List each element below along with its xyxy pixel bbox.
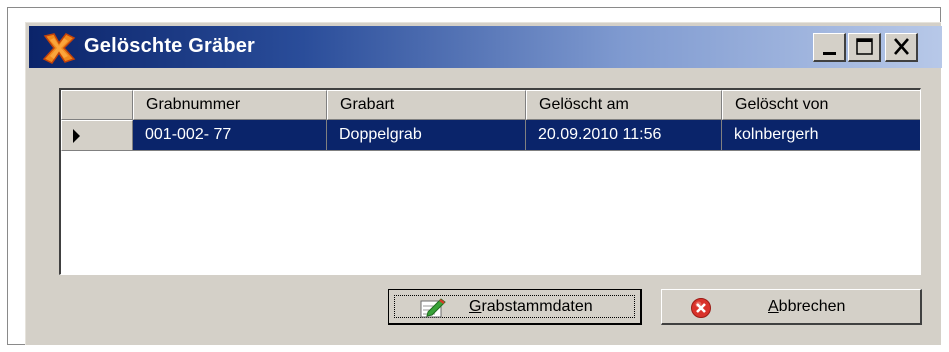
maximize-button[interactable] bbox=[848, 33, 881, 62]
abbrechen-button[interactable]: Abbrechen bbox=[661, 289, 922, 325]
dialog-window: Gelöschte Gräber Grabnummer Grabart Gelö… bbox=[25, 22, 942, 345]
column-header-grabnummer[interactable]: Grabnummer bbox=[133, 90, 327, 120]
table-header-row: Grabnummer Grabart Gelöscht am Gelöscht … bbox=[61, 90, 920, 120]
deleted-graves-table[interactable]: Grabnummer Grabart Gelöscht am Gelöscht … bbox=[59, 88, 921, 275]
cell-geloescht-am[interactable]: 20.09.2010 11:56 bbox=[526, 120, 722, 151]
cancel-icon bbox=[691, 298, 711, 318]
abbrechen-label: Abbrechen bbox=[768, 298, 846, 315]
column-header-grabart[interactable]: Grabart bbox=[327, 90, 526, 120]
column-header-geloescht-von[interactable]: Gelöscht von bbox=[722, 90, 920, 120]
close-button[interactable] bbox=[885, 33, 918, 62]
maximize-icon bbox=[856, 38, 873, 55]
minimize-icon bbox=[823, 52, 836, 55]
cell-grabart[interactable]: Doppelgrab bbox=[327, 120, 526, 151]
edit-pencil-icon bbox=[420, 298, 446, 318]
window-title: Gelöschte Gräber bbox=[84, 35, 256, 57]
close-icon bbox=[894, 38, 909, 55]
minimize-button[interactable] bbox=[813, 33, 846, 62]
row-selector[interactable] bbox=[61, 120, 133, 151]
current-row-arrow-icon bbox=[73, 129, 80, 143]
cell-geloescht-von[interactable]: kolnbergerh bbox=[722, 120, 920, 151]
column-header-geloescht-am[interactable]: Gelöscht am bbox=[526, 90, 722, 120]
app-x-icon bbox=[42, 33, 76, 64]
grabstammdaten-button[interactable]: Grabstammdaten bbox=[388, 289, 642, 325]
cell-grabnummer[interactable]: 001-002- 77 bbox=[133, 120, 327, 151]
title-bar[interactable]: Gelöschte Gräber bbox=[29, 26, 942, 68]
row-header-corner bbox=[61, 90, 133, 120]
grabstammdaten-label: Grabstammdaten bbox=[469, 298, 593, 315]
table-row[interactable]: 001-002- 77 Doppelgrab 20.09.2010 11:56 … bbox=[61, 120, 920, 151]
